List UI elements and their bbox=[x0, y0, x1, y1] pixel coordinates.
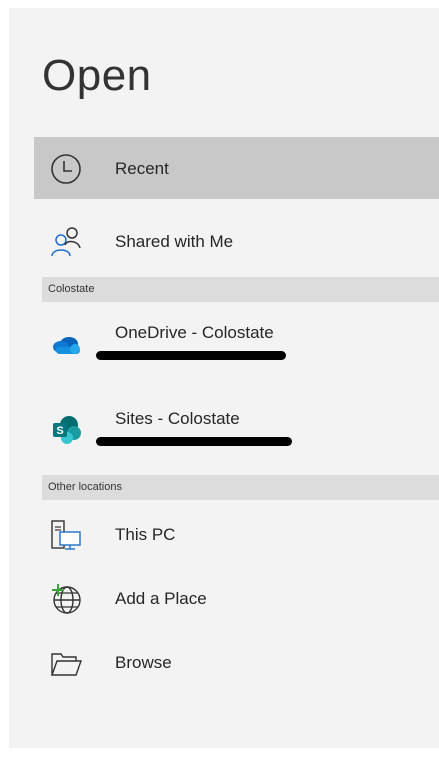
section-label-other: Other locations bbox=[48, 481, 122, 493]
computer-icon bbox=[50, 519, 82, 551]
globe-add-icon bbox=[50, 583, 82, 615]
onedrive-icon bbox=[50, 327, 82, 359]
nav-item-shared-with-me[interactable]: Shared with Me bbox=[34, 210, 439, 272]
nav-item-browse-label: Browse bbox=[115, 653, 172, 672]
nav-item-recent-label: Recent bbox=[115, 159, 169, 178]
nav-item-onedrive-label: OneDrive - Colostate bbox=[115, 323, 274, 342]
nav-item-recent[interactable]: Recent bbox=[34, 137, 439, 199]
svg-text:S: S bbox=[56, 425, 63, 437]
nav-item-this-pc-label: This PC bbox=[115, 525, 176, 544]
section-header-other-locations: Other locations bbox=[42, 475, 439, 500]
nav-item-shared-label: Shared with Me bbox=[115, 232, 234, 251]
nav-item-add-a-place[interactable]: Add a Place bbox=[34, 567, 439, 629]
section-label-colostate: Colostate bbox=[48, 283, 95, 295]
nav-item-browse[interactable]: Browse bbox=[34, 631, 439, 693]
redaction-bar bbox=[96, 351, 286, 360]
nav-item-add-place-label: Add a Place bbox=[115, 589, 207, 608]
open-backstage-panel: Open Recent Shared with Me Colostate One… bbox=[9, 8, 439, 748]
nav-item-sites-label: Sites - Colostate bbox=[115, 409, 240, 428]
sharepoint-icon: S bbox=[50, 413, 82, 445]
page-title: Open bbox=[42, 51, 152, 100]
folder-open-icon bbox=[50, 647, 82, 679]
clock-icon bbox=[50, 153, 82, 185]
people-icon bbox=[50, 226, 82, 258]
nav-item-onedrive[interactable]: OneDrive - Colostate bbox=[34, 311, 439, 373]
nav-item-sites[interactable]: S Sites - Colostate bbox=[34, 397, 439, 459]
section-header-colostate: Colostate bbox=[42, 277, 439, 302]
nav-item-this-pc[interactable]: This PC bbox=[34, 503, 439, 565]
redaction-bar bbox=[96, 437, 292, 446]
